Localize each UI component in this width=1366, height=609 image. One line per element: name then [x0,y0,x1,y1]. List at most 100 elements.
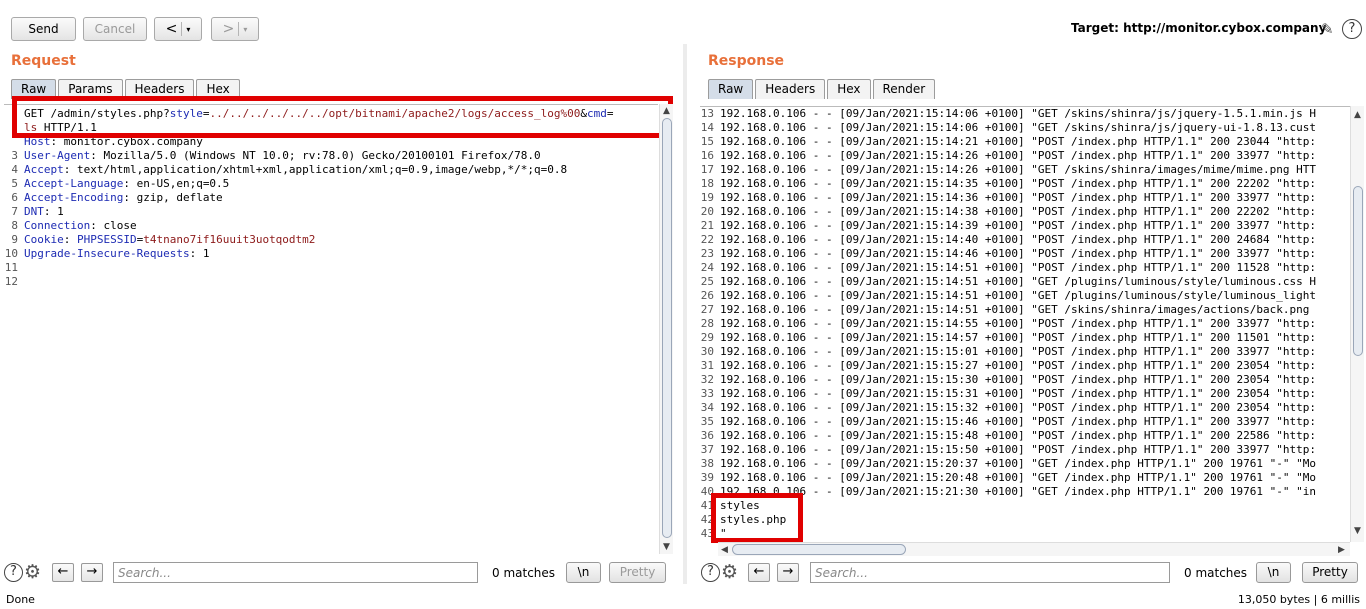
line-number: 21 [700,219,714,232]
response-line-text: 192.168.0.106 - - [09/Jan/2021:15:14:51 … [720,289,1317,302]
response-tab-hex[interactable]: Hex [827,79,871,99]
line-number: 3 [11,149,18,162]
back-arrow-icon: < [165,21,178,37]
request-title: Request [11,53,76,69]
response-line: 17 192.168.0.106 - - [09/Jan/2021:15:14:2… [700,163,1350,177]
response-line: 23 192.168.0.106 - - [09/Jan/2021:15:14:4… [700,247,1350,261]
line-number: 15 [700,135,714,148]
response-line: 18 192.168.0.106 - - [09/Jan/2021:15:14:3… [700,177,1350,191]
response-line-text: 192.168.0.106 - - [09/Jan/2021:15:15:46 … [720,415,1317,428]
request-scrollbar[interactable]: ▲ ▼ [659,104,673,554]
response-tab-headers[interactable]: Headers [755,79,826,99]
response-line-text: 192.168.0.106 - - [09/Jan/2021:15:14:51 … [720,261,1317,274]
response-line: 27 192.168.0.106 - - [09/Jan/2021:15:14:5… [700,303,1350,317]
line-number: 32 [700,373,714,386]
response-line-text: 192.168.0.106 - - [09/Jan/2021:15:14:36 … [720,191,1317,204]
request-highlight-box [12,96,673,138]
help-icon[interactable]: ? [1342,19,1362,39]
response-help-icon[interactable]: ? [701,563,720,582]
response-line: 19 192.168.0.106 - - [09/Jan/2021:15:14:3… [700,191,1350,205]
cancel-button-label: Cancel [94,22,136,36]
forward-button[interactable]: > ▾ [211,17,259,41]
request-line-content: Connection: close [24,219,137,233]
text-segment: : text/html,application/xhtml+xml,applic… [63,163,568,176]
request-line: 11 [4,261,658,275]
response-viewer[interactable]: 13 192.168.0.106 - - [09/Jan/2021:15:14:0… [700,106,1350,542]
response-search-input[interactable] [810,562,1170,583]
line-number: 38 [700,457,714,470]
header-name: DNT [24,205,44,218]
response-size-info: 13,050 bytes | 6 millis [1237,593,1360,606]
response-scroll-thumb[interactable] [1353,186,1363,356]
line-number: 36 [700,429,714,442]
response-scroll-right-icon[interactable]: ▶ [1338,545,1345,555]
header-name: Upgrade-Insecure-Requests [24,247,190,260]
response-search-prev-button[interactable]: ← [748,563,770,582]
request-line: 10 Upgrade-Insecure-Requests: 1 [4,247,658,261]
response-line-text: 192.168.0.106 - - [09/Jan/2021:15:14:55 … [720,317,1317,330]
cancel-button[interactable]: Cancel [83,17,147,41]
response-line-text: 192.168.0.106 - - [09/Jan/2021:15:14:26 … [720,149,1317,162]
line-number: 19 [700,191,714,204]
response-scroll-down-icon[interactable]: ▼ [1354,526,1361,536]
response-search-next-button[interactable]: → [777,563,799,582]
response-line: 32 192.168.0.106 - - [09/Jan/2021:15:15:3… [700,373,1350,387]
response-newline-toggle[interactable]: \n [1256,562,1291,583]
request-line: 9 Cookie: PHPSESSID=t4tnano7if16uuit3uotq… [4,233,658,247]
response-line-text: 192.168.0.106 - - [09/Jan/2021:15:14:51 … [720,275,1317,288]
line-number: 28 [700,317,714,330]
request-line: 5 Accept-Language: en-US,en;q=0.5 [4,177,658,191]
request-line: 12 [4,275,658,289]
request-line: 3 User-Agent: Mozilla/5.0 (Windows NT 10.… [4,149,658,163]
response-scrollbar[interactable]: ▲ ▼ [1350,106,1364,542]
response-tab-raw[interactable]: Raw [708,79,754,99]
response-highlight-box [711,493,803,543]
line-number: 33 [700,387,714,400]
line-number: 4 [11,163,18,176]
response-line: 30 192.168.0.106 - - [09/Jan/2021:15:15:0… [700,345,1350,359]
response-hscrollbar[interactable]: ◀ ▶ [718,542,1350,556]
response-settings-gear-icon[interactable]: ⚙ [721,561,738,583]
request-line-content: Cookie: PHPSESSID=t4tnano7if16uuit3uotqo… [24,233,315,247]
response-line: 37 192.168.0.106 - - [09/Jan/2021:15:15:5… [700,443,1350,457]
response-line: 14 192.168.0.106 - - [09/Jan/2021:15:14:0… [700,121,1350,135]
back-dropdown-icon[interactable]: ▾ [186,25,190,34]
request-line-content: DNT: 1 [24,205,64,219]
line-number: 25 [700,275,714,288]
back-button[interactable]: < ▾ [154,17,202,41]
request-scroll-down-icon[interactable]: ▼ [663,542,670,552]
response-line: 13 192.168.0.106 - - [09/Jan/2021:15:14:0… [700,107,1350,121]
response-line: 25 192.168.0.106 - - [09/Jan/2021:15:14:5… [700,275,1350,289]
forward-dropdown-icon[interactable]: ▾ [243,25,247,34]
response-line-text: 192.168.0.106 - - [09/Jan/2021:15:20:48 … [720,471,1317,484]
line-number: 26 [700,289,714,302]
response-line: 24 192.168.0.106 - - [09/Jan/2021:15:14:5… [700,261,1350,275]
response-line-text: 192.168.0.106 - - [09/Jan/2021:15:14:40 … [720,233,1317,246]
header-name: PHPSESSID [77,233,137,246]
request-scroll-up-icon[interactable]: ▲ [663,106,670,116]
response-line: 31 192.168.0.106 - - [09/Jan/2021:15:15:2… [700,359,1350,373]
response-pretty-button[interactable]: Pretty [1302,562,1358,583]
response-tab-render[interactable]: Render [872,79,936,99]
line-number: 14 [700,121,714,134]
send-button-label: Send [28,22,59,36]
response-hscroll-thumb[interactable] [732,544,906,555]
line-number: 27 [700,303,714,316]
text-segment: : [63,233,77,246]
send-button[interactable]: Send [11,17,76,41]
request-editor[interactable]: GET /admin/styles.php?style=../../../../… [4,104,658,542]
line-number: 30 [700,345,714,358]
request-scroll-thumb[interactable] [662,118,672,538]
text-segment: : gzip, deflate [123,191,223,204]
line-number: 31 [700,359,714,372]
line-number: 7 [11,205,18,218]
header-name: Accept [24,163,64,176]
edit-target-icon[interactable]: ✎ [1321,20,1337,38]
line-number: 9 [11,233,18,246]
response-scroll-up-icon[interactable]: ▲ [1354,110,1361,120]
line-number: 35 [700,415,714,428]
split-divider[interactable] [683,44,687,584]
response-scroll-left-icon[interactable]: ◀ [721,545,728,555]
text-segment: : Mozilla/5.0 (Windows NT 10.0; rv:78.0)… [90,149,541,162]
response-line: 28 192.168.0.106 - - [09/Jan/2021:15:14:5… [700,317,1350,331]
